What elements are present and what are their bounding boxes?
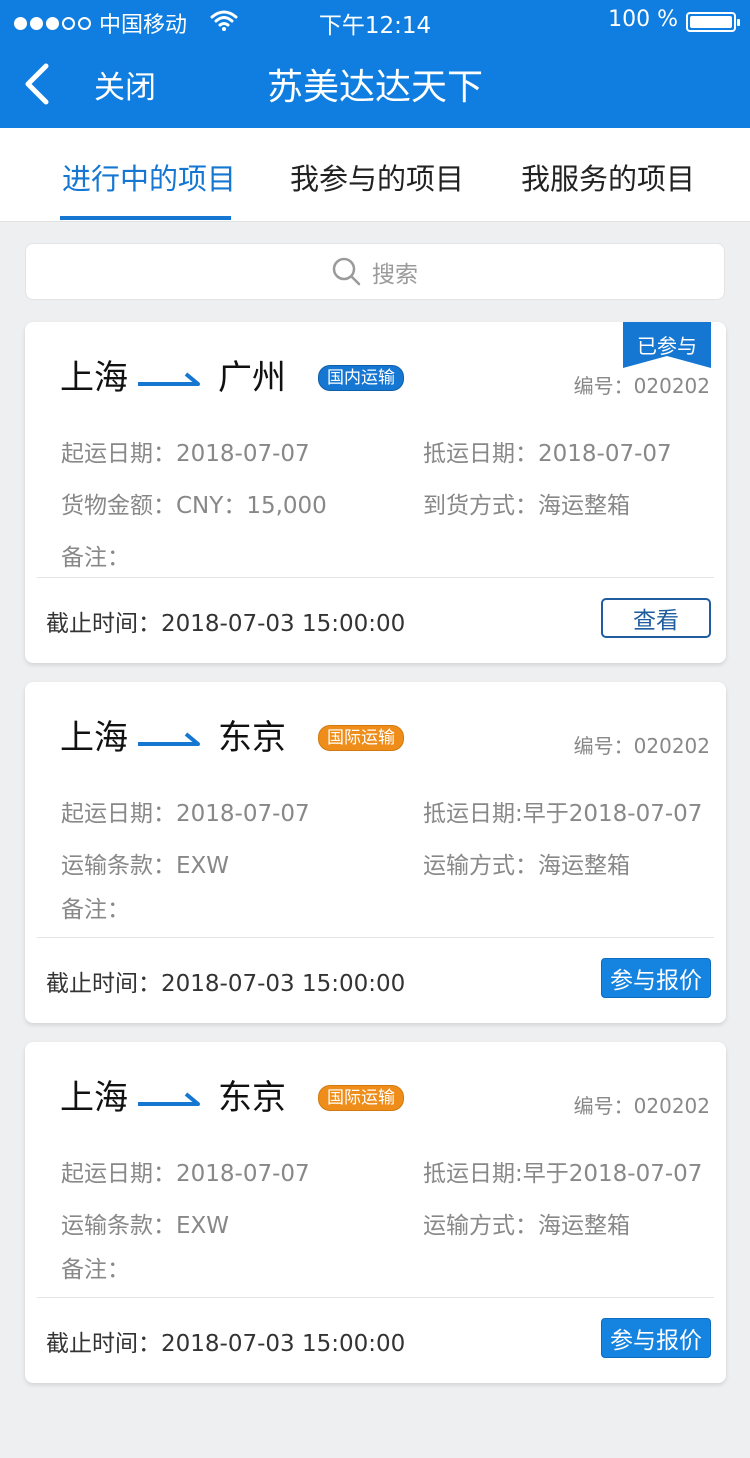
route-arrow-icon: [138, 371, 200, 386]
search-input[interactable]: 搜索: [25, 243, 725, 300]
quote-button[interactable]: 参与报价: [601, 958, 711, 998]
tab-participated[interactable]: 我参与的项目: [290, 156, 464, 198]
arrival-date: 抵运日期:早于2018-07-07: [423, 1161, 703, 1187]
tab-served[interactable]: 我服务的项目: [521, 156, 695, 198]
project-code: 编号：020202: [573, 374, 710, 398]
deadline: 截止时间：2018-07-03 15:00:00: [46, 971, 406, 997]
departure-date: 起运日期：2018-07-07: [61, 801, 310, 827]
participated-ribbon-label: 已参与: [637, 334, 697, 358]
arrival-date: 抵运日期:早于2018-07-07: [423, 801, 703, 827]
divider: [37, 577, 714, 578]
deadline: 截止时间：2018-07-03 15:00:00: [46, 1331, 406, 1357]
route-destination: 广州: [218, 358, 286, 398]
transport-type-badge: 国内运输: [318, 364, 404, 391]
project-code: 编号：020202: [573, 734, 710, 758]
cargo-amount: 货物金额：CNY：15,000: [61, 493, 327, 519]
nav-bar: 关闭 苏美达达天下: [0, 40, 750, 128]
tab-ongoing[interactable]: 进行中的项目: [62, 156, 236, 198]
page-title: 苏美达达天下: [266, 67, 483, 108]
top-bar: 中国移动 下午12:14 100 % 关闭 苏美达达天下: [0, 0, 750, 128]
route-origin: 上海: [60, 1078, 128, 1118]
delivery-method: 到货方式：海运整箱: [423, 493, 630, 519]
view-button[interactable]: 查看: [601, 598, 711, 638]
search-placeholder: 搜索: [372, 261, 418, 288]
arrival-date: 抵运日期：2018-07-07: [423, 441, 672, 467]
route-arrow-icon: [138, 1091, 200, 1106]
divider: [37, 1297, 714, 1298]
project-card[interactable]: 上海 广州 国内运输 已参与 编号：020202 起运日期：2018-07-07…: [25, 322, 726, 663]
remarks: 备注：: [61, 897, 130, 923]
transport-terms: 运输条款：EXW: [61, 853, 230, 879]
transport-method: 运输方式：海运整箱: [423, 1213, 630, 1239]
route-origin: 上海: [60, 718, 128, 758]
departure-date: 起运日期：2018-07-07: [61, 441, 310, 467]
project-code: 编号：020202: [573, 1094, 710, 1118]
battery-icon: [686, 12, 740, 32]
route-destination: 东京: [218, 718, 286, 758]
remarks: 备注：: [61, 545, 130, 571]
transport-type-badge: 国际运输: [318, 724, 404, 751]
route-arrow-icon: [138, 731, 200, 746]
project-card[interactable]: 上海 东京 国际运输 编号：020202 起运日期：2018-07-07 抵运日…: [25, 682, 726, 1023]
status-bar: 中国移动 下午12:14 100 %: [0, 0, 750, 40]
battery-percent: 100 %: [608, 7, 678, 32]
tab-bar: 进行中的项目 我参与的项目 我服务的项目: [0, 128, 750, 222]
divider: [37, 937, 714, 938]
route: 上海 广州 国内运输: [60, 350, 404, 399]
deadline: 截止时间：2018-07-03 15:00:00: [46, 611, 406, 637]
departure-date: 起运日期：2018-07-07: [61, 1161, 310, 1187]
remarks: 备注：: [61, 1257, 130, 1283]
project-card[interactable]: 上海 东京 国际运输 编号：020202 起运日期：2018-07-07 抵运日…: [25, 1042, 726, 1383]
route-destination: 东京: [218, 1078, 286, 1118]
route: 上海 东京 国际运输: [60, 710, 404, 759]
transport-terms: 运输条款：EXW: [61, 1213, 230, 1239]
transport-method: 运输方式：海运整箱: [423, 853, 630, 879]
route-origin: 上海: [60, 358, 128, 398]
route: 上海 东京 国际运输: [60, 1070, 404, 1119]
search-icon: [332, 257, 361, 285]
transport-type-badge: 国际运输: [318, 1084, 404, 1111]
quote-button[interactable]: 参与报价: [601, 1318, 711, 1358]
tab-active-indicator: [60, 216, 231, 220]
